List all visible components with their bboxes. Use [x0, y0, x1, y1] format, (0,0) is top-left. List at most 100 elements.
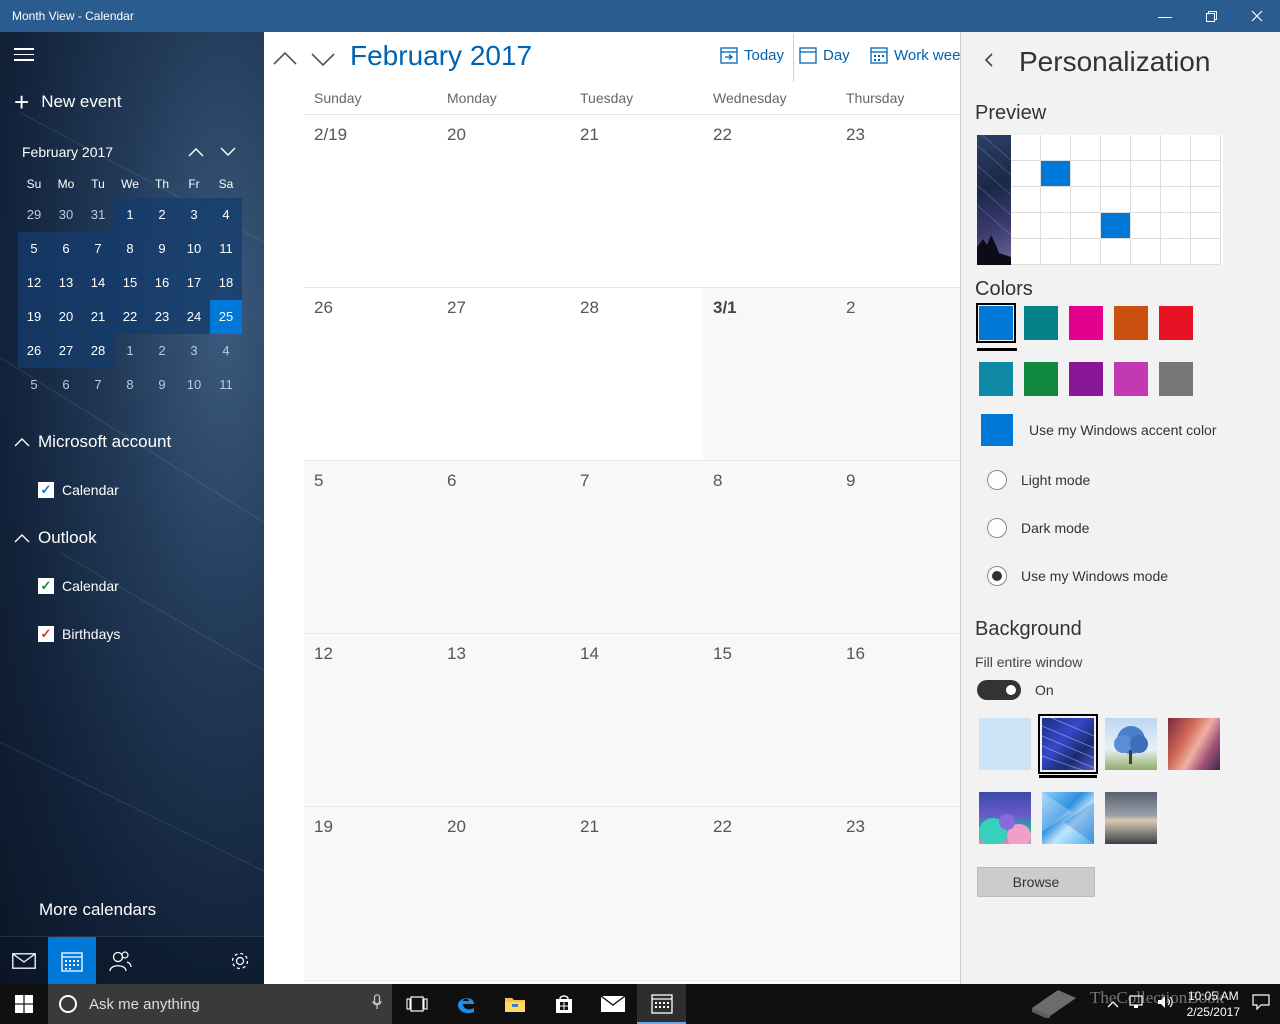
- color-swatch[interactable]: [979, 362, 1013, 396]
- calendar-item-microsoft-calendar[interactable]: ✓ Calendar: [38, 482, 119, 498]
- background-thumb-lightblue[interactable]: [979, 718, 1031, 770]
- minical-day[interactable]: 5: [18, 232, 50, 266]
- minical-day[interactable]: 30: [50, 198, 82, 232]
- background-thumb-geometric[interactable]: [1042, 792, 1094, 844]
- gear-icon[interactable]: [216, 937, 264, 984]
- color-swatch[interactable]: [1159, 362, 1193, 396]
- color-swatch[interactable]: [976, 303, 1016, 343]
- radio-button[interactable]: [987, 470, 1007, 490]
- minical-day[interactable]: 31: [82, 198, 114, 232]
- minical-day[interactable]: 12: [18, 266, 50, 300]
- day-cell[interactable]: 12: [304, 634, 437, 806]
- windows-start-icon[interactable]: [0, 984, 48, 1024]
- minical-day[interactable]: 1: [114, 334, 146, 368]
- minical-day[interactable]: 16: [146, 266, 178, 300]
- chevron-up-icon[interactable]: [180, 144, 212, 160]
- minical-day[interactable]: 7: [82, 368, 114, 402]
- task-view-icon[interactable]: [392, 984, 441, 1024]
- minical-day[interactable]: 27: [50, 334, 82, 368]
- accent-color-swatch[interactable]: [981, 414, 1013, 446]
- accent-color-option[interactable]: Use my Windows accent color: [981, 414, 1217, 446]
- minical-day[interactable]: 4: [210, 198, 242, 232]
- hamburger-menu-icon[interactable]: [14, 48, 34, 62]
- calendar-icon[interactable]: [48, 937, 96, 984]
- radio-button[interactable]: [987, 518, 1007, 538]
- minical-day[interactable]: 3: [178, 198, 210, 232]
- minical-day[interactable]: 17: [178, 266, 210, 300]
- day-cell[interactable]: 23: [836, 115, 960, 287]
- day-cell[interactable]: 28: [570, 288, 703, 460]
- minical-day[interactable]: 29: [18, 198, 50, 232]
- minical-title[interactable]: February 2017: [22, 144, 180, 160]
- edge-browser-icon[interactable]: [441, 984, 490, 1024]
- next-month-icon[interactable]: [310, 46, 336, 72]
- minical-day[interactable]: 2: [146, 334, 178, 368]
- color-swatch[interactable]: [1024, 362, 1058, 396]
- minical-day[interactable]: 5: [18, 368, 50, 402]
- background-thumb-tree[interactable]: [1105, 718, 1157, 770]
- day-cell[interactable]: 20: [437, 115, 570, 287]
- minical-day[interactable]: 1: [114, 198, 146, 232]
- minical-day[interactable]: 26: [18, 334, 50, 368]
- account-outlook[interactable]: Outlook: [14, 528, 97, 548]
- work-week-button[interactable]: Work week: [870, 46, 960, 64]
- minical-day[interactable]: 10: [178, 368, 210, 402]
- minical-day[interactable]: 19: [18, 300, 50, 334]
- minical-day[interactable]: 20: [50, 300, 82, 334]
- file-explorer-icon[interactable]: [490, 984, 539, 1024]
- day-cell[interactable]: 22: [703, 115, 836, 287]
- minical-day[interactable]: 8: [114, 232, 146, 266]
- day-cell[interactable]: 19: [304, 807, 437, 979]
- mail-app-icon[interactable]: [588, 984, 637, 1024]
- minical-day[interactable]: 2: [146, 198, 178, 232]
- people-icon[interactable]: [96, 937, 144, 984]
- day-cell[interactable]: 2: [836, 288, 960, 460]
- back-arrow-icon[interactable]: [983, 51, 1005, 74]
- minical-day[interactable]: 13: [50, 266, 82, 300]
- minical-day[interactable]: 4: [210, 334, 242, 368]
- minical-day[interactable]: 15: [114, 266, 146, 300]
- calendar-item-outlook-calendar[interactable]: ✓ Calendar: [38, 578, 119, 594]
- day-cell[interactable]: 15: [703, 634, 836, 806]
- minical-day[interactable]: 21: [82, 300, 114, 334]
- chevron-down-icon[interactable]: [212, 144, 244, 160]
- minical-day[interactable]: 9: [146, 368, 178, 402]
- new-event-button[interactable]: + New event: [14, 89, 122, 115]
- minical-day[interactable]: 9: [146, 232, 178, 266]
- day-cell[interactable]: 6: [437, 461, 570, 633]
- background-thumb-abstract-blobs[interactable]: [979, 792, 1031, 848]
- color-swatch[interactable]: [1159, 306, 1193, 340]
- calendar-item-outlook-birthdays[interactable]: ✓ Birthdays: [38, 626, 120, 642]
- restore-button[interactable]: [1188, 0, 1234, 32]
- close-button[interactable]: [1234, 0, 1280, 32]
- day-cell[interactable]: 13: [437, 634, 570, 806]
- day-cell[interactable]: 9: [836, 461, 960, 633]
- minical-day[interactable]: 24: [178, 300, 210, 334]
- day-cell[interactable]: 8: [703, 461, 836, 633]
- day-cell[interactable]: 21: [570, 115, 703, 287]
- account-microsoft[interactable]: Microsoft account: [14, 432, 171, 452]
- checkbox-checked-icon[interactable]: ✓: [38, 626, 54, 642]
- mode-option[interactable]: Light mode: [987, 470, 1090, 490]
- action-center-icon[interactable]: [1252, 993, 1270, 1015]
- radio-button[interactable]: [987, 566, 1007, 586]
- background-thumb-startrails[interactable]: [1038, 714, 1098, 774]
- minical-day[interactable]: 23: [146, 300, 178, 334]
- day-cell[interactable]: 2/19: [304, 115, 437, 287]
- day-cell[interactable]: 16: [836, 634, 960, 806]
- store-icon[interactable]: [539, 984, 588, 1024]
- month-title[interactable]: February 2017: [350, 40, 532, 72]
- mode-option[interactable]: Dark mode: [987, 518, 1089, 538]
- color-swatch[interactable]: [1024, 306, 1058, 340]
- day-cell[interactable]: 3/1: [703, 288, 836, 460]
- minical-day[interactable]: 18: [210, 266, 242, 300]
- background-thumb-lake[interactable]: [1105, 792, 1157, 844]
- checkbox-checked-icon[interactable]: ✓: [38, 578, 54, 594]
- color-swatch[interactable]: [1069, 306, 1103, 340]
- color-swatch[interactable]: [1114, 362, 1148, 396]
- fill-window-toggle[interactable]: [977, 680, 1021, 700]
- color-swatch[interactable]: [1069, 362, 1103, 396]
- calendar-app-icon[interactable]: [637, 984, 686, 1024]
- day-cell[interactable]: 22: [703, 807, 836, 979]
- minical-day[interactable]: 11: [210, 232, 242, 266]
